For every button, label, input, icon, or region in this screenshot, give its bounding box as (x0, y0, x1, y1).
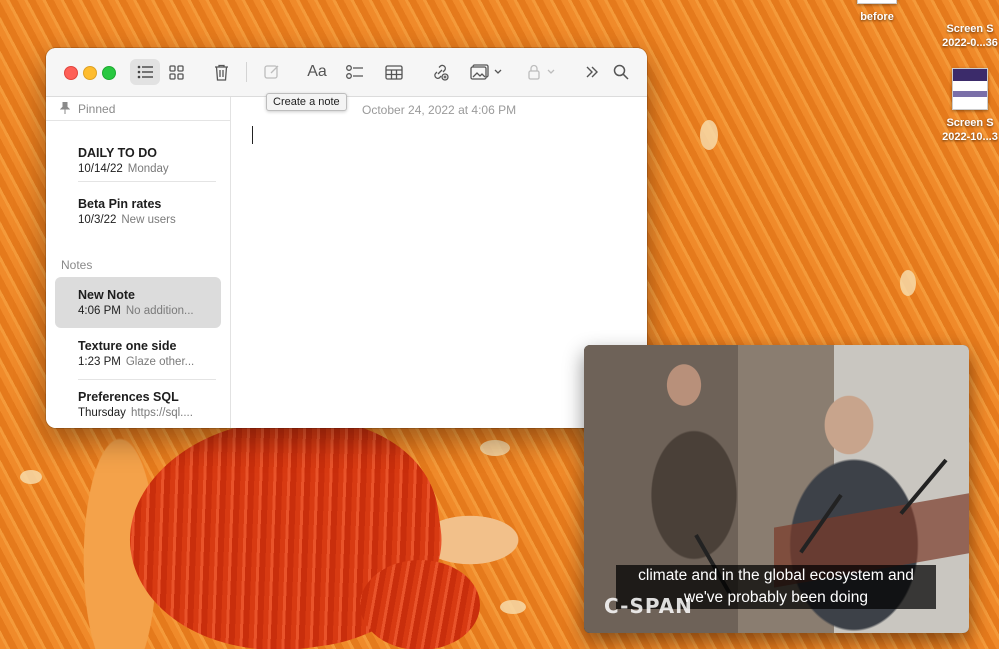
table-button[interactable] (380, 59, 408, 85)
toolbar: Aa Create a note (46, 48, 647, 111)
close-window-button[interactable] (64, 66, 78, 80)
list-view-icon (137, 65, 153, 79)
note-meta: Thursday https://sql.... (78, 407, 193, 419)
media-icon (470, 64, 502, 80)
more-toolbar-button[interactable] (580, 59, 604, 85)
note-meta: 4:06 PM No addition... (78, 305, 194, 317)
delete-note-button[interactable] (207, 59, 235, 85)
compose-button[interactable] (258, 59, 286, 85)
desktop-file-label-2: 2022-10...3 (942, 131, 998, 143)
note-item-new-note[interactable]: New Note 4:06 PM No addition... (55, 277, 221, 328)
note-date-line: October 24, 2022 at 4:06 PM (362, 103, 517, 117)
toolbar-divider (246, 62, 247, 82)
note-meta: 10/3/22 New users (78, 214, 176, 226)
note-meta: 1:23 PM Glaze other... (78, 356, 194, 368)
note-date: 10/14/22 (78, 163, 123, 175)
note-date: 4:06 PM (78, 305, 121, 317)
notes-section-label: Notes (61, 258, 93, 272)
note-item-preferences-sql[interactable]: Preferences SQL Thursday https://sql.... (55, 379, 221, 428)
format-text-icon: Aa (307, 63, 327, 80)
note-title: Preferences SQL (78, 390, 179, 404)
note-item-beta-pin-rates[interactable]: Beta Pin rates 10/3/22 New users (55, 186, 221, 237)
text-caret (252, 126, 253, 144)
pin-icon (60, 102, 70, 114)
checklist-button[interactable] (341, 59, 369, 85)
add-link-button[interactable] (426, 59, 454, 85)
checklist-icon (346, 65, 363, 79)
notes-sidebar: Pinned DAILY TO DO 10/14/22 Monday Beta P… (46, 97, 231, 428)
file-thumbnail-icon (857, 0, 897, 4)
list-view-button[interactable] (130, 59, 160, 85)
note-title: Beta Pin rates (78, 197, 162, 211)
note-date: Thursday (78, 407, 126, 419)
note-item-texture-one-side[interactable]: Texture one side 1:23 PM Glaze other... (55, 328, 221, 379)
note-title: Texture one side (78, 339, 177, 353)
note-divider (78, 181, 216, 182)
trash-icon (214, 64, 228, 81)
caption-line-1: climate and in the global ecosystem and (616, 565, 936, 587)
table-icon (385, 64, 403, 80)
compose-icon (264, 65, 279, 79)
lock-icon (528, 64, 555, 80)
note-preview: https://sql.... (130, 407, 193, 419)
more-chevrons-icon (586, 66, 598, 78)
note-preview: No addition... (125, 305, 194, 317)
format-text-button[interactable]: Aa (302, 59, 332, 85)
section-divider (46, 120, 230, 121)
note-preview: Monday (127, 163, 169, 175)
add-media-button[interactable] (466, 59, 506, 85)
note-date: 10/3/22 (78, 214, 117, 226)
search-icon (613, 64, 629, 80)
zoom-window-button[interactable] (102, 66, 116, 80)
search-button[interactable] (609, 59, 633, 85)
desktop-file-label: Screen S (946, 23, 994, 35)
note-item-daily-to-do[interactable]: DAILY TO DO 10/14/22 Monday (55, 135, 221, 186)
channel-logo: C-SPAN (604, 594, 693, 618)
lock-note-button[interactable] (524, 59, 560, 85)
note-preview: New users (121, 214, 176, 226)
desktop-file-label: Screen S (946, 117, 994, 129)
video-pip-window[interactable]: climate and in the global ecosystem and … (584, 345, 969, 633)
screenshot-thumbnail-icon (952, 68, 988, 110)
link-attach-icon (434, 64, 449, 81)
desktop-file-before[interactable]: before (837, 0, 917, 24)
note-title: New Note (78, 288, 135, 302)
minimize-window-button[interactable] (83, 66, 97, 80)
note-preview: Glaze other... (125, 356, 195, 368)
desktop-file-label: before (860, 11, 894, 23)
note-title: DAILY TO DO (78, 146, 157, 160)
tooltip-create-note: Create a note (266, 93, 347, 111)
desktop-file-label-2: 2022-0...36 (942, 37, 998, 49)
note-meta: 10/14/22 Monday (78, 163, 169, 175)
notes-window: Aa Create a note Pinned DAILY TO DO 10/1… (46, 48, 647, 428)
note-date: 1:23 PM (78, 356, 121, 368)
desktop-file-screenshot-2[interactable]: Screen S 2022-10...3 (930, 68, 999, 144)
pinned-section-label: Pinned (78, 102, 116, 116)
desktop-file-screenshot-1[interactable]: Screen S 2022-0...36 (930, 22, 999, 50)
gallery-view-icon (168, 64, 184, 80)
gallery-view-button[interactable] (162, 59, 190, 85)
